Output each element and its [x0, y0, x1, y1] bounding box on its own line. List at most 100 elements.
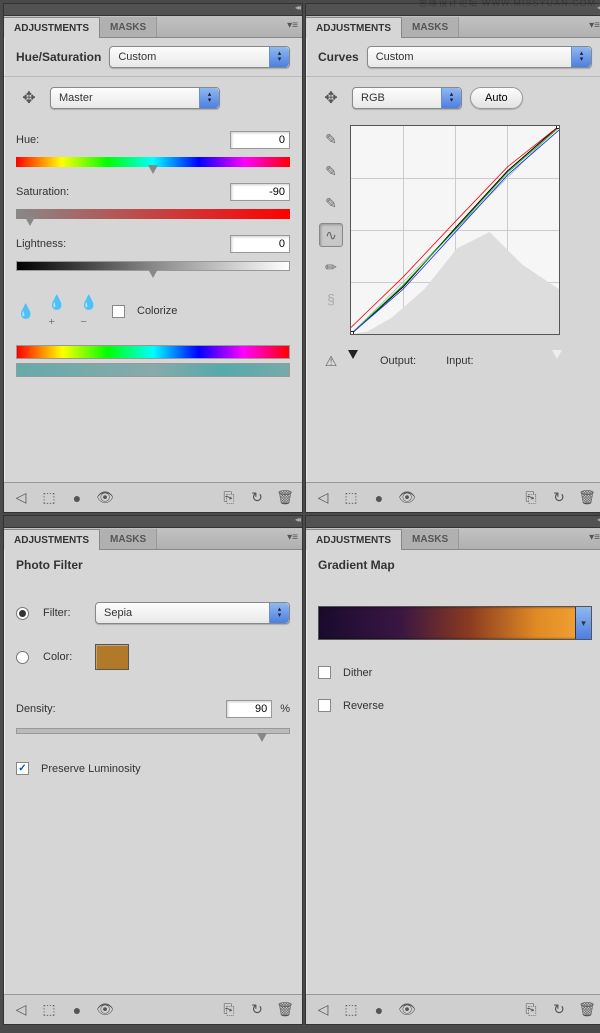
curves-channel-select[interactable]: RGB [352, 87, 462, 109]
white-point-handle[interactable] [552, 350, 562, 359]
reset-icon[interactable]: ↻ [550, 489, 568, 507]
sat-slider[interactable] [16, 209, 290, 219]
reset-icon[interactable]: ↻ [248, 1001, 266, 1019]
targeted-adjust-icon[interactable]: ✥ [318, 85, 344, 111]
expand-icon[interactable]: ⬚ [342, 489, 360, 507]
reset-icon[interactable]: ↻ [550, 1001, 568, 1019]
panel-gradient-map: ADJUSTMENTS MASKS ▾≡ Gradient Map ▾ Dith… [305, 515, 600, 1025]
hsl-title: Hue/Saturation [16, 50, 101, 64]
panel-collapse-bar[interactable] [4, 516, 302, 528]
tab-adjustments[interactable]: ADJUSTMENTS [4, 17, 100, 38]
curves-preset-select[interactable]: Custom [367, 46, 592, 68]
density-slider[interactable] [16, 728, 290, 734]
trash-icon[interactable]: 🗑 [578, 1001, 596, 1019]
back-icon[interactable]: ◁ [314, 489, 332, 507]
hsl-preset-value: Custom [118, 51, 156, 63]
panel-hue-saturation: ADJUSTMENTS MASKS ▾≡ Hue/Saturation Cust… [3, 3, 303, 513]
density-input[interactable] [226, 700, 272, 718]
clip-icon[interactable]: ⎘ [220, 489, 238, 507]
tab-masks[interactable]: MASKS [402, 17, 459, 37]
color-swatch[interactable] [95, 644, 129, 670]
tab-adjustments[interactable]: ADJUSTMENTS [4, 529, 100, 550]
panel-collapse-bar[interactable] [306, 516, 600, 528]
sampler-white-icon[interactable]: ✎ [319, 191, 343, 215]
trash-icon[interactable]: 🗑 [578, 489, 596, 507]
back-icon[interactable]: ◁ [314, 1001, 332, 1019]
colorize-checkbox[interactable]: Colorize [112, 305, 177, 318]
light-label: Lightness: [16, 238, 66, 250]
hue-slider[interactable] [16, 157, 290, 167]
gradient-picker[interactable]: ▾ [318, 606, 592, 640]
watermark-text: 思缘设计论坛 WWW.MISSYUAN.COM [419, 0, 597, 9]
hue-label: Hue: [16, 134, 39, 146]
targeted-adjust-icon[interactable]: ✥ [16, 85, 42, 111]
visibility-icon[interactable]: 👁 [96, 1001, 114, 1019]
auto-button[interactable]: Auto [470, 87, 523, 109]
panel-photo-filter: ADJUSTMENTS MASKS ▾≡ Photo Filter Filter… [3, 515, 303, 1025]
reset-icon[interactable]: ↻ [248, 489, 266, 507]
panel-collapse-bar[interactable] [4, 4, 302, 16]
expand-icon[interactable]: ⬚ [40, 489, 58, 507]
light-input[interactable] [230, 235, 290, 253]
eyedropper-sub-icon[interactable]: 💧₋ [80, 301, 100, 321]
mask-icon[interactable]: ● [68, 489, 86, 507]
filter-label: Filter: [43, 607, 87, 619]
mask-icon[interactable]: ● [370, 489, 388, 507]
clip-icon[interactable]: ⎘ [522, 489, 540, 507]
filter-select[interactable]: Sepia [95, 602, 290, 624]
visibility-icon[interactable]: 👁 [398, 1001, 416, 1019]
eyedropper-icon[interactable]: 💧 [16, 301, 36, 321]
panel-menu-icon[interactable]: ▾≡ [287, 532, 298, 543]
back-icon[interactable]: ◁ [12, 1001, 30, 1019]
preserve-luminosity-checkbox[interactable]: ✓ Preserve Luminosity [16, 762, 290, 775]
tab-adjustments[interactable]: ADJUSTMENTS [306, 17, 402, 38]
panel-menu-icon[interactable]: ▾≡ [287, 20, 298, 31]
curves-graph[interactable] [350, 125, 560, 335]
expand-icon[interactable]: ⬚ [40, 1001, 58, 1019]
reverse-checkbox[interactable]: Reverse [318, 699, 592, 712]
visibility-icon[interactable]: 👁 [398, 489, 416, 507]
curve-draw-tool-icon[interactable]: ✏ [319, 255, 343, 279]
panel-footer: ◁ ⬚ ● 👁 ⎘ ↻ 🗑 [4, 994, 302, 1024]
trash-icon[interactable]: 🗑 [276, 1001, 294, 1019]
hsl-channel-value: Master [59, 92, 93, 104]
mask-icon[interactable]: ● [370, 1001, 388, 1019]
hsl-preset-select[interactable]: Custom [109, 46, 290, 68]
curve-point-tool-icon[interactable]: ∿ [319, 223, 343, 247]
trash-icon[interactable]: 🗑 [276, 489, 294, 507]
panel-menu-icon[interactable]: ▾≡ [589, 532, 600, 543]
color-radio[interactable] [16, 651, 29, 664]
output-label: Output: [380, 355, 416, 367]
tab-masks[interactable]: MASKS [100, 529, 157, 549]
light-slider[interactable] [16, 261, 290, 271]
mask-icon[interactable]: ● [68, 1001, 86, 1019]
density-label: Density: [16, 703, 56, 715]
visibility-icon[interactable]: 👁 [96, 489, 114, 507]
tab-adjustments[interactable]: ADJUSTMENTS [306, 529, 402, 550]
panel-curves: ADJUSTMENTS MASKS ▾≡ Curves Custom ✥ RGB… [305, 3, 600, 513]
eyedropper-add-icon[interactable]: 💧₊ [48, 301, 68, 321]
hue-input[interactable] [230, 131, 290, 149]
sampler-gray-icon[interactable]: ✎ [319, 159, 343, 183]
black-point-handle[interactable] [348, 350, 358, 359]
preserve-label: Preserve Luminosity [41, 763, 141, 775]
expand-icon[interactable]: ⬚ [342, 1001, 360, 1019]
tab-masks[interactable]: MASKS [402, 529, 459, 549]
sampler-black-icon[interactable]: ✎ [319, 127, 343, 151]
filter-radio[interactable] [16, 607, 29, 620]
dither-label: Dither [343, 667, 372, 679]
clip-icon[interactable]: ⎘ [522, 1001, 540, 1019]
back-icon[interactable]: ◁ [12, 489, 30, 507]
curve-smooth-icon[interactable]: § [319, 287, 343, 311]
gradient-dropdown-icon[interactable]: ▾ [575, 607, 591, 639]
filter-value: Sepia [104, 607, 132, 619]
hsl-channel-select[interactable]: Master [50, 87, 220, 109]
sat-input[interactable] [230, 183, 290, 201]
pf-title: Photo Filter [16, 558, 290, 572]
dither-checkbox[interactable]: Dither [318, 666, 592, 679]
clip-icon[interactable]: ⎘ [220, 1001, 238, 1019]
colorize-label: Colorize [137, 305, 177, 317]
tab-masks[interactable]: MASKS [100, 17, 157, 37]
histogram-clip-icon[interactable]: ⚠ [319, 349, 343, 373]
panel-menu-icon[interactable]: ▾≡ [589, 20, 600, 31]
